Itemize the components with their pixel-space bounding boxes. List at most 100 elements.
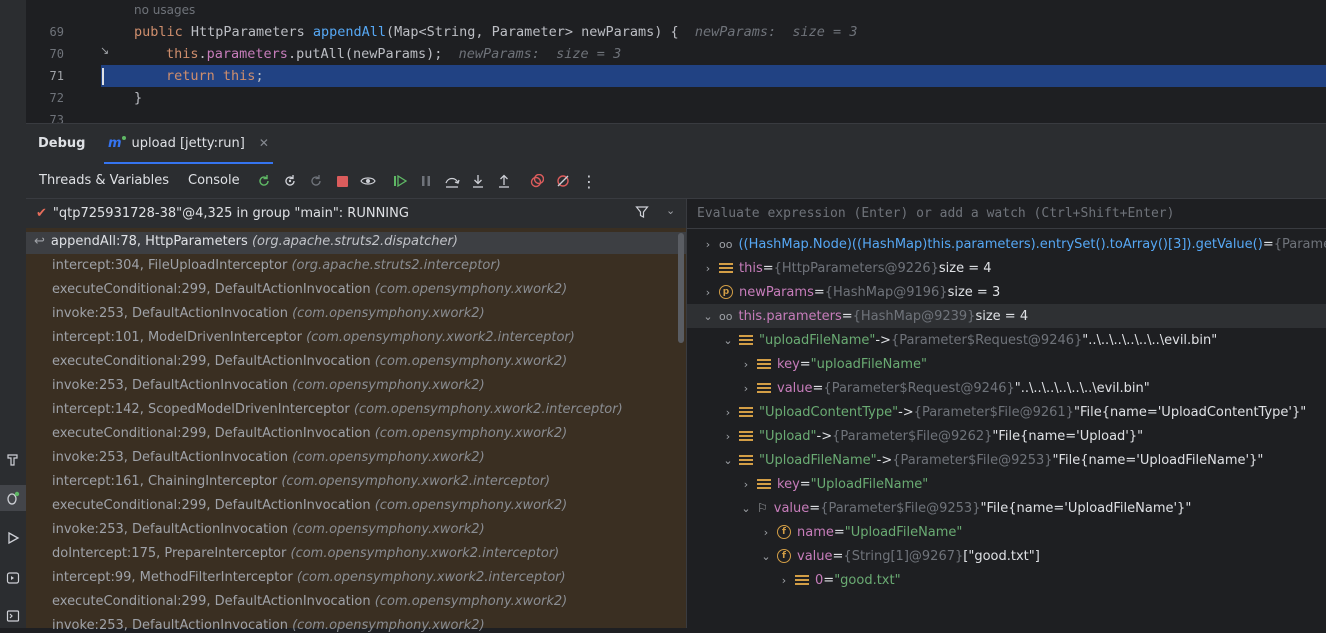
code-line-72: } bbox=[134, 90, 143, 106]
frame-method: executeConditional:299, DefaultActionInv… bbox=[52, 594, 371, 609]
map-entry-row[interactable]: ⌄ "uploadFileName" -> {Parameter$Request… bbox=[721, 329, 1217, 351]
stack-frame[interactable]: executeConditional:299, DefaultActionInv… bbox=[52, 498, 567, 513]
frame-package: (com.opensymphony.xwork2.interceptor) bbox=[306, 330, 575, 345]
terminal-icon[interactable] bbox=[0, 603, 26, 629]
chevron-right-icon[interactable]: › bbox=[739, 358, 753, 371]
run-icon[interactable] bbox=[0, 525, 26, 551]
code-line-71: return this; bbox=[166, 68, 264, 84]
stack-frame[interactable]: invoke:253, DefaultActionInvocation (com… bbox=[52, 618, 485, 633]
frame-method: invoke:253, DefaultActionInvocation bbox=[52, 522, 288, 537]
stack-frame[interactable]: intercept:101, ModelDrivenInterceptor (c… bbox=[52, 330, 575, 345]
frame-package: (com.opensymphony.xwork2) bbox=[374, 426, 568, 441]
step-over-icon[interactable] bbox=[442, 171, 462, 191]
stack-frame[interactable]: executeConditional:299, DefaultActionInv… bbox=[52, 426, 567, 441]
view-breakpoints-icon[interactable] bbox=[527, 171, 547, 191]
map-entry-row[interactable]: › "UploadContentType" -> {Parameter$File… bbox=[721, 401, 1306, 423]
map-value-row[interactable]: › value = {Parameter$Request@9246} "..\.… bbox=[739, 377, 1150, 399]
variable-row-newparams[interactable]: › p newParams = {HashMap@9196} size = 3 bbox=[701, 281, 1000, 303]
list-icon bbox=[757, 359, 771, 369]
tab-threads-variables[interactable]: Threads & Variables bbox=[39, 173, 169, 188]
step-out-icon[interactable] bbox=[494, 171, 514, 191]
chevron-down-icon[interactable]: ⌄ bbox=[721, 454, 735, 467]
resume-icon[interactable] bbox=[390, 171, 410, 191]
stack-frame[interactable]: ↩ appendAll:78, HttpParameters (org.apach… bbox=[34, 234, 458, 249]
chevron-down-icon[interactable]: ⌄ bbox=[721, 334, 735, 347]
filter-icon[interactable] bbox=[635, 205, 649, 223]
chevron-right-icon[interactable]: › bbox=[721, 430, 735, 443]
tab-run-config[interactable]: m upload [jetty:run] ✕ bbox=[104, 124, 273, 164]
frame-package: (org.apache.struts2.dispatcher) bbox=[251, 234, 458, 249]
reload-icon[interactable] bbox=[306, 171, 326, 191]
map-key-row[interactable]: › key = "uploadFileName" bbox=[739, 353, 927, 375]
array-element-row[interactable]: › 0 = "good.txt" bbox=[777, 569, 901, 591]
variable-row-this-parameters[interactable]: ⌄ oo this.parameters = {HashMap@9239} si… bbox=[701, 305, 1028, 327]
chevron-down-icon[interactable]: ⌄ bbox=[759, 550, 773, 563]
restart-icon[interactable] bbox=[280, 171, 300, 191]
chevron-down-icon[interactable]: ⌄ bbox=[666, 204, 675, 217]
variable-row-this[interactable]: › this = {HttpParameters@9226} size = 4 bbox=[701, 257, 992, 279]
frame-method: intercept:161, ChainingInterceptor bbox=[52, 474, 278, 489]
evaluate-expression-input[interactable]: Evaluate expression (Enter) or add a wat… bbox=[697, 206, 1174, 221]
stack-frame[interactable]: executeConditional:299, DefaultActionInv… bbox=[52, 354, 567, 369]
variable-row-watch[interactable]: › oo ((HashMap.Node)((HashMap)this.param… bbox=[701, 233, 1326, 255]
chevron-right-icon[interactable]: › bbox=[777, 574, 791, 587]
stack-frame[interactable]: intercept:161, ChainingInterceptor (com.… bbox=[52, 474, 550, 489]
frame-package: (com.opensymphony.xwork2.interceptor) bbox=[290, 546, 560, 561]
chevron-right-icon[interactable]: › bbox=[739, 382, 753, 395]
field-row-name[interactable]: › f name = "UploadFileName" bbox=[759, 521, 963, 543]
frame-method: executeConditional:299, DefaultActionInv… bbox=[52, 282, 371, 297]
text-cursor bbox=[102, 68, 104, 85]
mute-breakpoints-icon[interactable] bbox=[553, 171, 573, 191]
rerun-icon[interactable] bbox=[254, 171, 274, 191]
chevron-right-icon[interactable]: › bbox=[701, 286, 715, 299]
chevron-right-icon[interactable]: › bbox=[759, 526, 773, 539]
stack-frame[interactable]: invoke:253, DefaultActionInvocation (com… bbox=[52, 306, 485, 321]
frame-method: appendAll:78, HttpParameters bbox=[50, 234, 248, 249]
line-number: 70 bbox=[49, 47, 64, 61]
stack-frame[interactable]: doIntercept:175, PrepareInterceptor (com… bbox=[52, 546, 559, 561]
chevron-right-icon[interactable]: › bbox=[701, 262, 715, 275]
chevron-right-icon[interactable]: › bbox=[701, 238, 715, 251]
hammer-icon[interactable] bbox=[0, 446, 26, 472]
map-value-row[interactable]: ⌄ ⚐ value = {Parameter$File@9253} "File{… bbox=[739, 497, 1191, 519]
frames-scrollbar[interactable] bbox=[678, 233, 684, 343]
frame-package: (com.opensymphony.xwork2) bbox=[292, 306, 485, 321]
close-icon[interactable]: ✕ bbox=[259, 136, 269, 150]
stack-frame[interactable]: executeConditional:299, DefaultActionInv… bbox=[52, 282, 567, 297]
frame-package: (com.opensymphony.xwork2) bbox=[292, 618, 485, 633]
stack-frame[interactable]: invoke:253, DefaultActionInvocation (com… bbox=[52, 378, 485, 393]
frame-package: (org.apache.struts2.interceptor) bbox=[291, 258, 501, 273]
line-number: 73 bbox=[49, 113, 64, 123]
stack-frame[interactable]: executeConditional:299, DefaultActionInv… bbox=[52, 594, 567, 609]
map-entry-row[interactable]: ⌄ "UploadFileName" -> {Parameter$File@92… bbox=[721, 449, 1263, 471]
running-dot-icon bbox=[121, 136, 126, 140]
thread-selector[interactable]: ✔ "qtp725931728-38"@4,325 in group "main… bbox=[26, 199, 686, 228]
chevron-down-icon[interactable]: ⌄ bbox=[701, 310, 715, 323]
frames-panel: ✔ "qtp725931728-38"@4,325 in group "main… bbox=[26, 199, 687, 633]
frame-method: invoke:253, DefaultActionInvocation bbox=[52, 450, 288, 465]
services-icon[interactable] bbox=[0, 565, 26, 591]
list-icon bbox=[757, 383, 771, 393]
frame-package: (com.opensymphony.xwork2.interceptor) bbox=[353, 402, 623, 417]
chevron-down-icon[interactable]: ⌄ bbox=[739, 502, 753, 515]
list-icon bbox=[739, 455, 753, 465]
more-options-icon[interactable]: ⋮ bbox=[579, 171, 599, 191]
stack-frame[interactable]: intercept:304, FileUploadInterceptor (or… bbox=[52, 258, 501, 273]
stack-frame[interactable]: intercept:142, ScopedModelDrivenIntercep… bbox=[52, 402, 623, 417]
stack-frame[interactable]: invoke:253, DefaultActionInvocation (com… bbox=[52, 522, 485, 537]
chevron-right-icon[interactable]: › bbox=[739, 478, 753, 491]
eye-icon[interactable] bbox=[358, 171, 378, 191]
debug-bug-icon[interactable] bbox=[0, 485, 26, 511]
map-key-row[interactable]: › key = "UploadFileName" bbox=[739, 473, 929, 495]
chevron-right-icon[interactable]: › bbox=[721, 406, 735, 419]
evaluate-expression-bar[interactable]: Evaluate expression (Enter) or add a wat… bbox=[687, 199, 1326, 229]
stack-frame[interactable]: intercept:99, MethodFilterInterceptor (c… bbox=[52, 570, 566, 585]
step-into-icon[interactable] bbox=[468, 171, 488, 191]
pause-icon[interactable] bbox=[416, 171, 436, 191]
field-row-value[interactable]: ⌄ f value = {String[1]@9267} ["good.txt"… bbox=[759, 545, 1039, 567]
tab-console[interactable]: Console bbox=[188, 173, 240, 188]
map-entry-row[interactable]: › "Upload" -> {Parameter$File@9262} "Fil… bbox=[721, 425, 1143, 447]
stack-frame[interactable]: invoke:253, DefaultActionInvocation (com… bbox=[52, 450, 485, 465]
code-editor[interactable]: no usages 69 70 71 72 73 ↘ public HttpPa… bbox=[26, 0, 1326, 123]
stop-icon[interactable] bbox=[332, 171, 352, 191]
